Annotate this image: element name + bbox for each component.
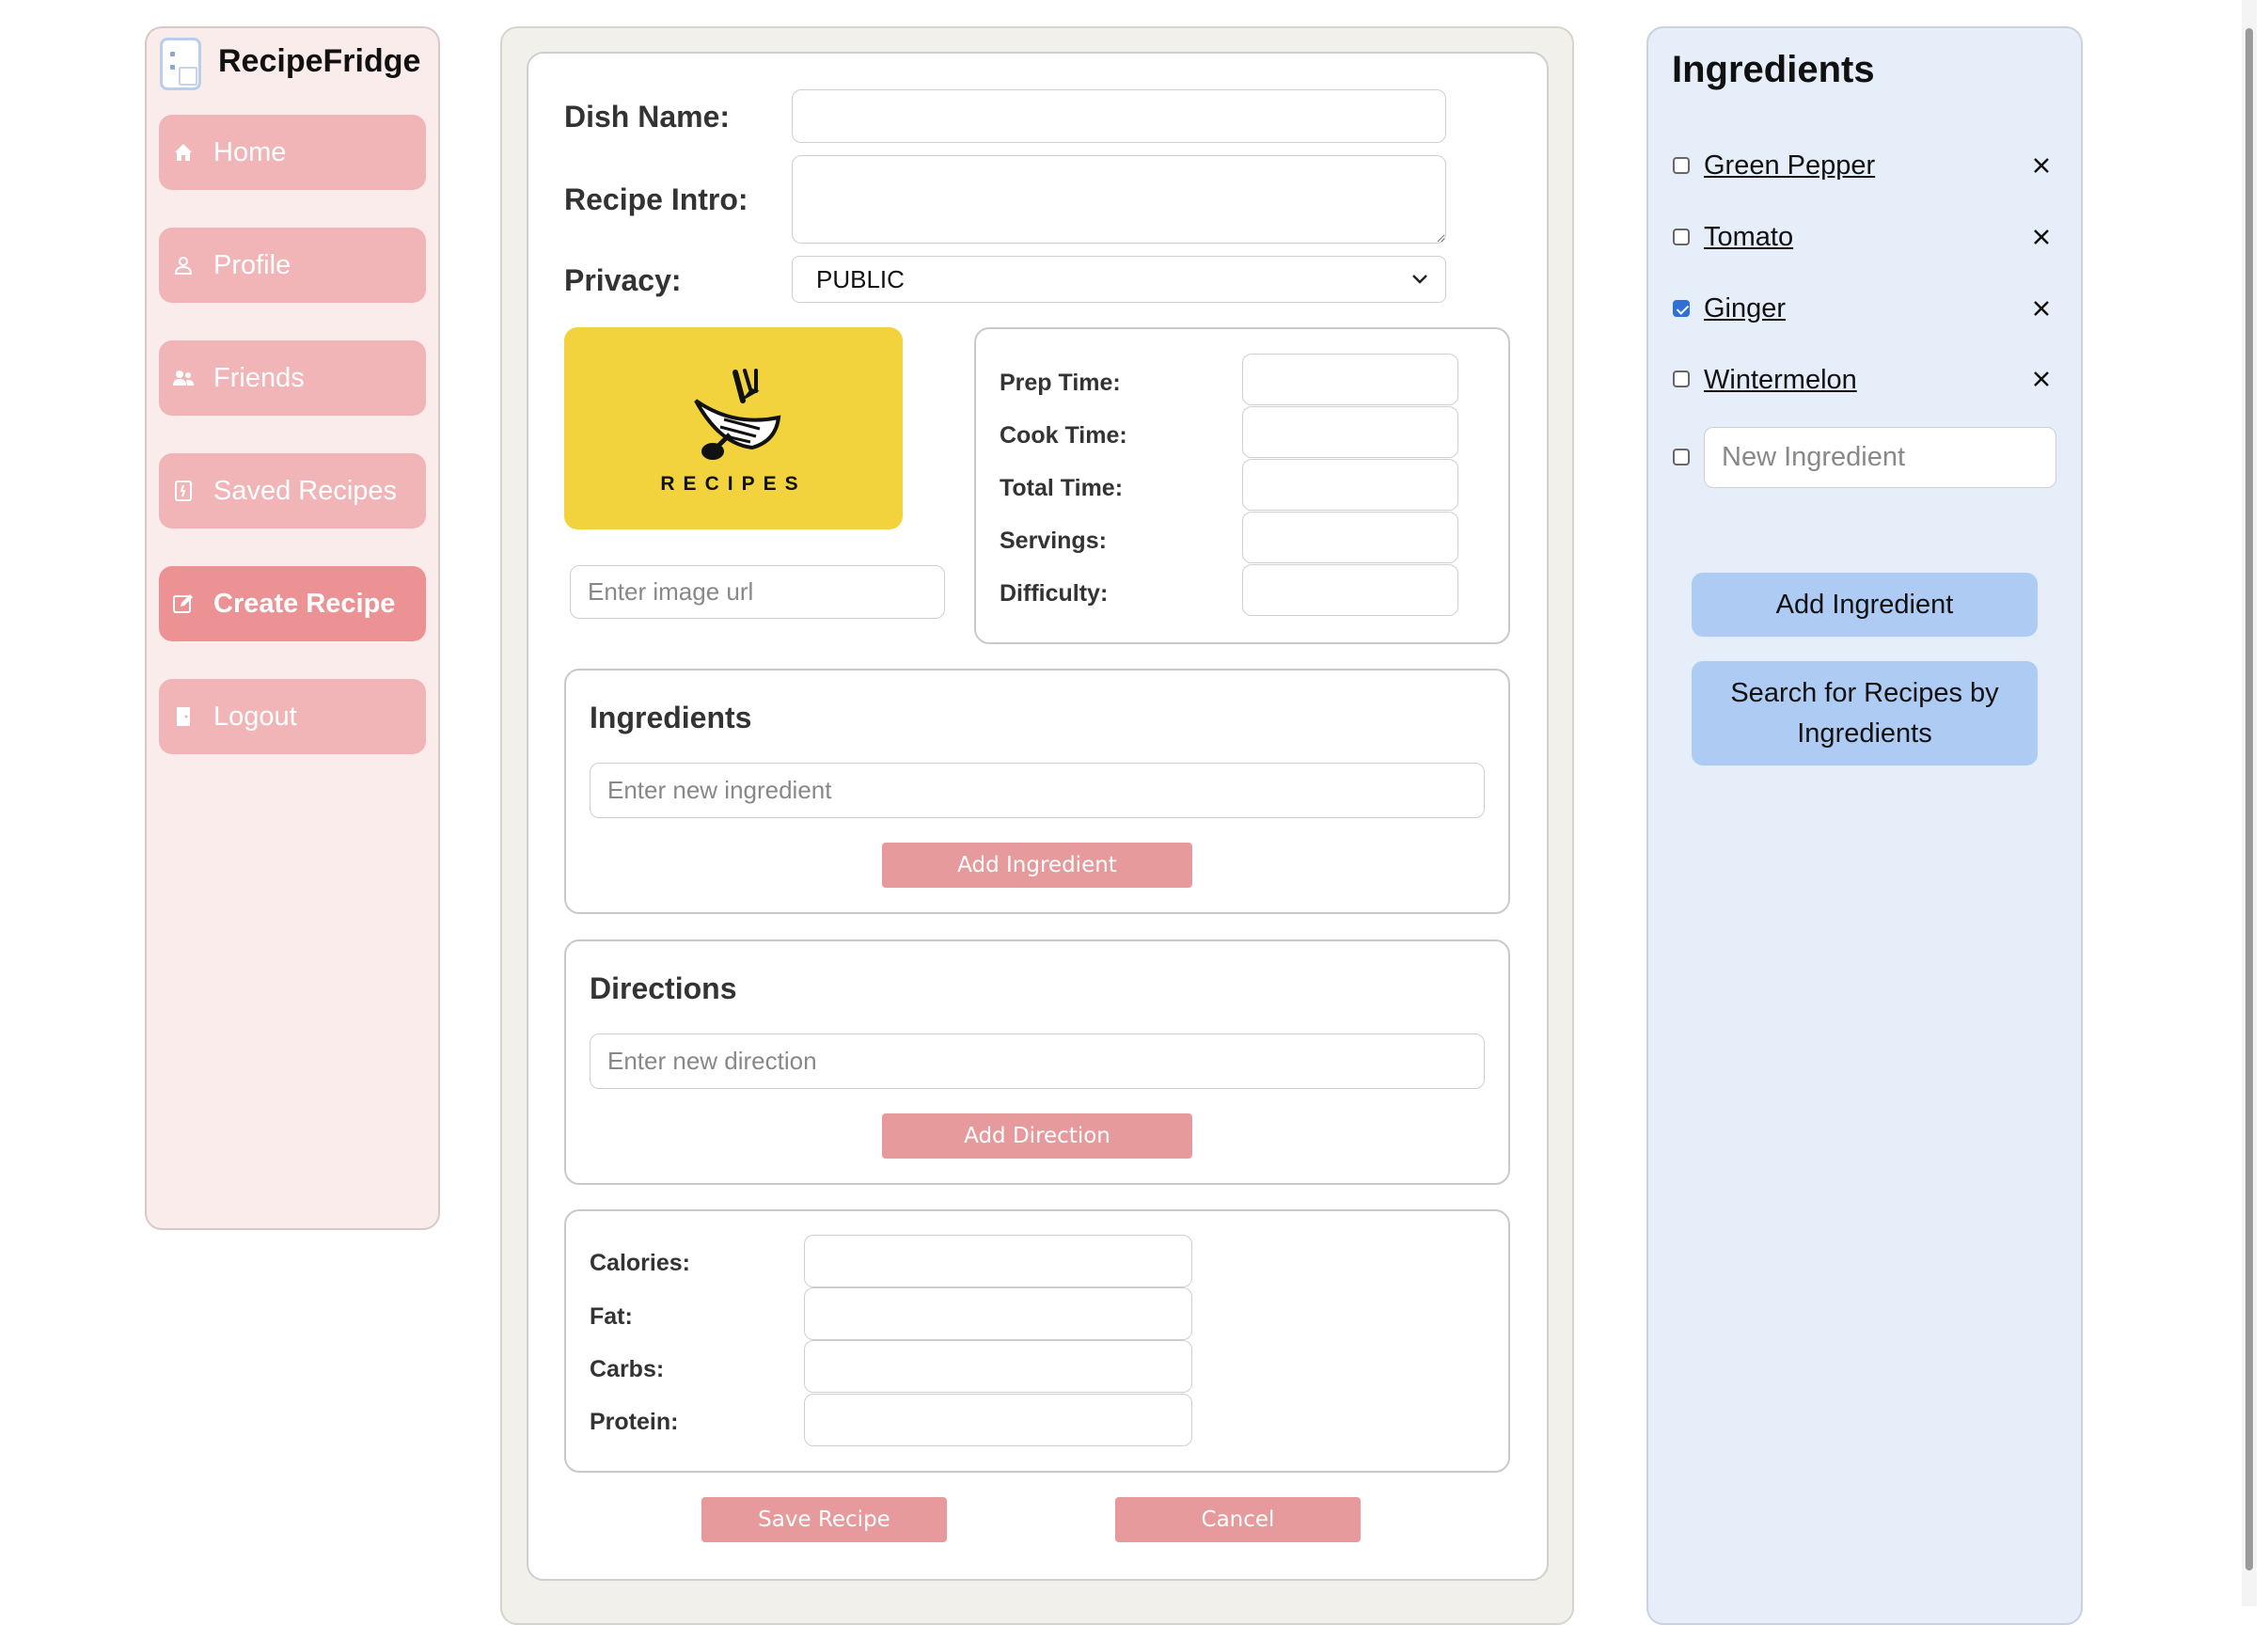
difficulty-label: Difficulty:	[1000, 580, 1109, 607]
ingredient-checkbox-checked[interactable]	[1673, 300, 1690, 317]
sidebar-item-label: Home	[213, 136, 287, 167]
total-time-input[interactable]	[1242, 459, 1458, 511]
sidebar-item-label: Logout	[213, 701, 297, 732]
privacy-selected-value: PUBLIC	[816, 264, 905, 293]
servings-label: Servings:	[1000, 528, 1107, 554]
new-ingredient-checkbox[interactable]	[1673, 449, 1690, 465]
fork-spoon-icon	[694, 369, 781, 460]
door-icon	[172, 705, 195, 728]
carbs-label: Carbs:	[590, 1356, 665, 1382]
sidebar-item-create-recipe[interactable]: Create Recipe	[159, 566, 426, 641]
fat-label: Fat:	[590, 1303, 633, 1330]
add-ingredient-button[interactable]: Add Ingredient	[882, 843, 1192, 888]
save-recipe-button[interactable]: Save Recipe	[701, 1497, 947, 1542]
bookmark-icon	[172, 480, 195, 502]
search-recipes-by-ingredients-button[interactable]: Search for Recipes by Ingredients	[1692, 661, 2038, 765]
prep-time-label: Prep Time:	[1000, 370, 1121, 396]
sidebar-item-label: Profile	[213, 249, 291, 280]
close-icon[interactable]	[2032, 370, 2051, 388]
ingredients-sidebar-title: Ingredients	[1672, 49, 1875, 90]
fat-input[interactable]	[804, 1287, 1192, 1340]
recipe-image-caption: RECIPES	[660, 473, 807, 495]
search-button-line: Ingredients	[1797, 718, 1932, 749]
add-ingredient-sidebar-button[interactable]: Add Ingredient	[1692, 573, 2038, 637]
dish-name-label: Dish Name:	[564, 100, 731, 134]
sidebar-item-label: Saved Recipes	[213, 475, 398, 506]
cancel-button[interactable]: Cancel	[1115, 1497, 1361, 1542]
calories-input[interactable]	[804, 1235, 1192, 1287]
add-direction-button[interactable]: Add Direction	[882, 1113, 1192, 1159]
chevron-down-icon	[1412, 275, 1427, 284]
sidebar-item-home[interactable]: Home	[159, 115, 426, 190]
total-time-label: Total Time:	[1000, 475, 1124, 501]
protein-input[interactable]	[804, 1394, 1192, 1446]
ingredients-section-title: Ingredients	[590, 701, 752, 734]
fridge-logo-icon	[160, 38, 201, 90]
servings-input[interactable]	[1242, 512, 1458, 563]
ingredient-link[interactable]: Wintermelon	[1704, 365, 1857, 396]
ingredient-checkbox[interactable]	[1673, 157, 1690, 174]
user-icon	[172, 254, 195, 276]
sidebar-item-logout[interactable]: Logout	[159, 679, 426, 754]
calories-label: Calories:	[590, 1250, 690, 1276]
cook-time-label: Cook Time:	[1000, 422, 1127, 449]
dish-name-input[interactable]	[792, 89, 1446, 143]
sidebar-item-profile[interactable]: Profile	[159, 228, 426, 303]
ingredient-link[interactable]: Ginger	[1704, 293, 1786, 324]
protein-label: Protein:	[590, 1409, 679, 1435]
edit-icon	[172, 592, 195, 615]
difficulty-input[interactable]	[1242, 564, 1458, 616]
new-direction-input[interactable]	[590, 1033, 1485, 1089]
image-url-input[interactable]	[570, 565, 945, 619]
privacy-select[interactable]: PUBLIC	[792, 256, 1446, 303]
prep-time-input[interactable]	[1242, 354, 1458, 405]
directions-section-title: Directions	[590, 971, 737, 1005]
close-icon[interactable]	[2032, 299, 2051, 318]
ingredient-link[interactable]: Tomato	[1704, 222, 1793, 253]
sidebar-item-label: Create Recipe	[213, 588, 396, 619]
sidebar-item-saved-recipes[interactable]: Saved Recipes	[159, 453, 426, 529]
home-icon	[172, 141, 195, 164]
ingredient-link[interactable]: Green Pepper	[1704, 150, 1875, 181]
close-icon[interactable]	[2032, 156, 2051, 175]
recipe-intro-label: Recipe Intro:	[564, 182, 748, 216]
ingredients-sidebar	[1646, 26, 2083, 1625]
new-ingredient-input[interactable]	[590, 763, 1485, 818]
ingredient-checkbox[interactable]	[1673, 371, 1690, 387]
close-icon[interactable]	[2032, 228, 2051, 246]
sidebar-item-label: Friends	[213, 362, 305, 393]
recipe-intro-textarea[interactable]	[792, 155, 1446, 244]
app-name: RecipeFridge	[218, 43, 421, 79]
search-button-line: Search for Recipes by	[1730, 677, 1999, 708]
ingredient-checkbox[interactable]	[1673, 229, 1690, 245]
privacy-label: Privacy:	[564, 263, 682, 297]
scrollbar-thumb[interactable]	[2245, 28, 2253, 1570]
sidebar-item-friends[interactable]: Friends	[159, 340, 426, 416]
users-icon	[172, 367, 195, 389]
new-ingredient-field[interactable]	[1704, 427, 2056, 488]
cook-time-input[interactable]	[1242, 406, 1458, 458]
carbs-input[interactable]	[804, 1340, 1192, 1393]
